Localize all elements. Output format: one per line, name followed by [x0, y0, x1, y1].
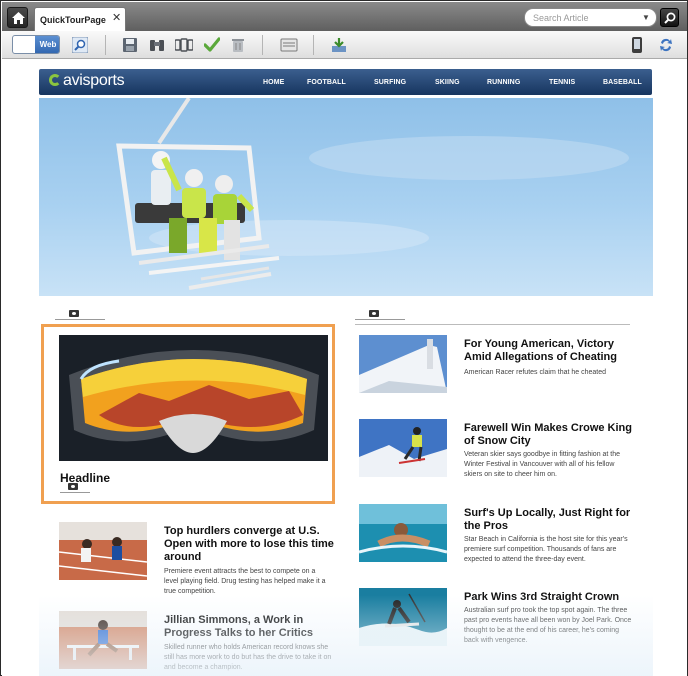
delete-button[interactable]: [227, 34, 249, 56]
save-icon: [123, 38, 137, 52]
section-marker-featured[interactable]: [60, 483, 90, 493]
skier-thumbnail[interactable]: [359, 419, 447, 477]
toolbar-separator: [262, 35, 263, 55]
save-button[interactable]: [119, 34, 141, 56]
toolbar-separator: [105, 35, 106, 55]
section-divider: [355, 324, 630, 325]
devices-icon: [175, 38, 193, 52]
camera-icon: [68, 483, 78, 490]
nav-surfing[interactable]: SURFING: [374, 79, 406, 86]
sync-button[interactable]: [655, 34, 677, 56]
article-description: Veteran skier says goodbye in fitting fa…: [464, 451, 621, 478]
search-article-input[interactable]: Search Article ▼: [524, 8, 657, 27]
preview-button[interactable]: [69, 34, 91, 56]
multi-device-button[interactable]: [172, 34, 194, 56]
article-title[interactable]: Farewell Win Makes Crowe King of Snow Ci…: [464, 422, 634, 448]
trash-icon: [232, 39, 244, 52]
search-button[interactable]: [660, 8, 679, 27]
windsurfer-thumbnail[interactable]: [359, 588, 447, 646]
article-description: Australian surf pro took the top spot ag…: [464, 607, 632, 644]
hero-banner-image[interactable]: [39, 98, 653, 296]
nav-home[interactable]: HOME: [263, 79, 284, 86]
magnifier-icon: [72, 37, 88, 53]
avisports-logo[interactable]: avisports: [49, 72, 125, 90]
site-navigation-bar: avisports HOME FOOTBALL SURFING SKIING R…: [39, 69, 652, 95]
app-window: QuickTourPage ✕ Search Article ▼ Web avi…: [0, 0, 688, 676]
web-view-toggle[interactable]: Web: [12, 35, 60, 54]
ski-jump-thumbnail[interactable]: [359, 335, 447, 393]
download-icon: [332, 38, 346, 52]
runner-thumbnail[interactable]: [59, 611, 147, 669]
tab-quicktourpage[interactable]: QuickTourPage ✕: [34, 7, 126, 32]
article-title[interactable]: For Young American, Victory Amid Allegat…: [464, 338, 634, 364]
mobile-phone-icon: [632, 37, 642, 53]
search-icon: [664, 12, 676, 24]
mobile-preview-button[interactable]: [626, 34, 648, 56]
toolbar-separator: [313, 35, 314, 55]
featured-article-card[interactable]: Headline: [41, 324, 335, 504]
nav-football[interactable]: FOOTBALL: [307, 79, 346, 86]
nav-skiing[interactable]: SKIING: [435, 79, 460, 86]
nav-tennis[interactable]: TENNIS: [549, 79, 575, 86]
article-description: Star Beach in California is the host sit…: [464, 536, 628, 563]
tab-bar: QuickTourPage ✕ Search Article ▼: [2, 2, 687, 32]
approve-button[interactable]: [201, 34, 223, 56]
layout-icon: [280, 38, 298, 52]
home-button[interactable]: [7, 7, 28, 28]
article-description: Skilled runner who holds American record…: [164, 644, 332, 671]
ski-goggles-image: [59, 335, 328, 461]
web-label: Web: [35, 36, 59, 53]
search-placeholder: Search Article: [533, 13, 589, 23]
article-title[interactable]: Jillian Simmons, a Work in Progress Talk…: [164, 614, 334, 640]
sync-arrows-icon: [660, 38, 672, 52]
nav-baseball[interactable]: BASEBALL: [603, 79, 642, 86]
section-marker-left[interactable]: [55, 310, 105, 320]
surfer-thumbnail[interactable]: [359, 504, 447, 562]
hurdlers-thumbnail[interactable]: [59, 522, 147, 580]
article-description: American Racer refutes claim that he che…: [464, 369, 607, 376]
toolbar: Web: [2, 31, 687, 59]
section-marker-right[interactable]: [355, 310, 405, 320]
checkmark-icon: [204, 37, 220, 52]
camera-icon: [69, 310, 79, 317]
article-title[interactable]: Surf's Up Locally, Just Right for the Pr…: [464, 507, 634, 533]
page-canvas: avisports HOME FOOTBALL SURFING SKIING R…: [2, 60, 687, 676]
close-icon[interactable]: ✕: [112, 13, 121, 24]
inspect-button[interactable]: [146, 34, 168, 56]
tab-label: QuickTourPage: [40, 15, 106, 25]
home-icon: [12, 12, 25, 24]
insert-asset-button[interactable]: [328, 34, 350, 56]
layout-button[interactable]: [277, 34, 299, 56]
article-title[interactable]: Top hurdlers converge at U.S. Open with …: [164, 525, 334, 564]
chairlift-skiers-image: [116, 98, 629, 290]
chevron-down-icon[interactable]: ▼: [642, 13, 650, 22]
binoculars-icon: [150, 40, 164, 51]
article-title[interactable]: Park Wins 3rd Straight Crown: [464, 591, 634, 604]
camera-icon: [369, 310, 379, 317]
article-description: Premiere event attracts the best to comp…: [164, 568, 326, 595]
nav-running[interactable]: RUNNING: [487, 79, 520, 86]
